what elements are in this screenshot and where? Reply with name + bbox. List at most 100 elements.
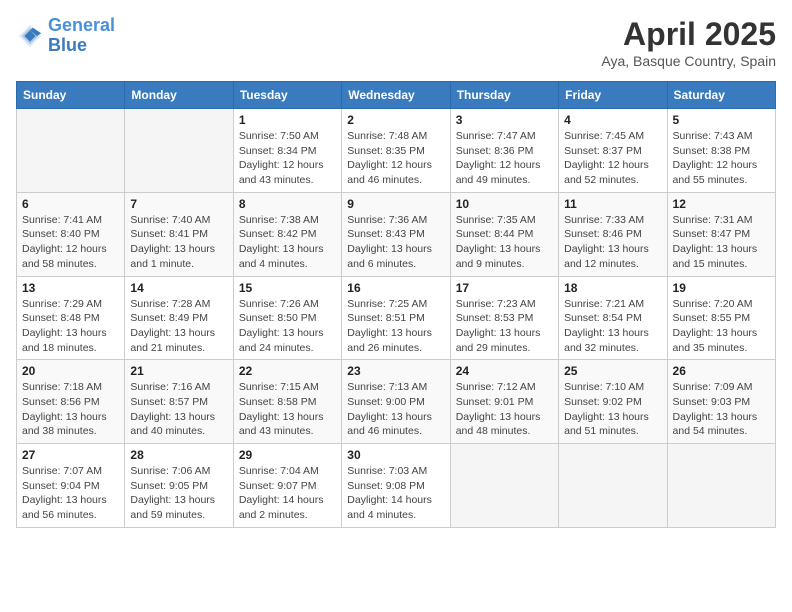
weekday-header: Sunday <box>17 82 125 109</box>
sunset: Sunset: 8:38 PM <box>673 145 751 157</box>
day-info: Sunrise: 7:33 AM Sunset: 8:46 PM Dayligh… <box>564 213 661 272</box>
sunrise: Sunrise: 7:47 AM <box>456 130 536 142</box>
calendar-cell: 30 Sunrise: 7:03 AM Sunset: 9:08 PM Dayl… <box>342 444 450 528</box>
day-number: 21 <box>130 364 227 378</box>
weekday-header: Tuesday <box>233 82 341 109</box>
calendar-cell: 12 Sunrise: 7:31 AM Sunset: 8:47 PM Dayl… <box>667 192 775 276</box>
day-number: 12 <box>673 197 770 211</box>
day-info: Sunrise: 7:09 AM Sunset: 9:03 PM Dayligh… <box>673 380 770 439</box>
calendar-cell: 23 Sunrise: 7:13 AM Sunset: 9:00 PM Dayl… <box>342 360 450 444</box>
daylight: Daylight: 13 hours and 59 minutes. <box>130 494 215 521</box>
sunrise: Sunrise: 7:48 AM <box>347 130 427 142</box>
sunset: Sunset: 9:07 PM <box>239 480 317 492</box>
sunset: Sunset: 8:36 PM <box>456 145 534 157</box>
day-info: Sunrise: 7:43 AM Sunset: 8:38 PM Dayligh… <box>673 129 770 188</box>
calendar-cell: 27 Sunrise: 7:07 AM Sunset: 9:04 PM Dayl… <box>17 444 125 528</box>
daylight: Daylight: 13 hours and 40 minutes. <box>130 411 215 438</box>
calendar-cell: 14 Sunrise: 7:28 AM Sunset: 8:49 PM Dayl… <box>125 276 233 360</box>
daylight: Daylight: 12 hours and 46 minutes. <box>347 159 432 186</box>
sunset: Sunset: 8:42 PM <box>239 228 317 240</box>
sunset: Sunset: 8:56 PM <box>22 396 100 408</box>
title-block: April 2025 Aya, Basque Country, Spain <box>601 16 776 69</box>
sunrise: Sunrise: 7:26 AM <box>239 298 319 310</box>
sunset: Sunset: 8:58 PM <box>239 396 317 408</box>
day-number: 9 <box>347 197 444 211</box>
day-number: 10 <box>456 197 553 211</box>
sunrise: Sunrise: 7:21 AM <box>564 298 644 310</box>
sunset: Sunset: 8:47 PM <box>673 228 751 240</box>
day-number: 28 <box>130 448 227 462</box>
sunrise: Sunrise: 7:10 AM <box>564 381 644 393</box>
day-number: 14 <box>130 281 227 295</box>
weekday-header: Wednesday <box>342 82 450 109</box>
day-info: Sunrise: 7:03 AM Sunset: 9:08 PM Dayligh… <box>347 464 444 523</box>
location: Aya, Basque Country, Spain <box>601 53 776 69</box>
calendar-cell: 2 Sunrise: 7:48 AM Sunset: 8:35 PM Dayli… <box>342 109 450 193</box>
daylight: Daylight: 13 hours and 38 minutes. <box>22 411 107 438</box>
sunset: Sunset: 8:53 PM <box>456 312 534 324</box>
daylight: Daylight: 13 hours and 9 minutes. <box>456 243 541 270</box>
sunset: Sunset: 8:54 PM <box>564 312 642 324</box>
calendar-week-row: 13 Sunrise: 7:29 AM Sunset: 8:48 PM Dayl… <box>17 276 776 360</box>
day-number: 20 <box>22 364 119 378</box>
calendar-week-row: 20 Sunrise: 7:18 AM Sunset: 8:56 PM Dayl… <box>17 360 776 444</box>
day-info: Sunrise: 7:07 AM Sunset: 9:04 PM Dayligh… <box>22 464 119 523</box>
day-info: Sunrise: 7:13 AM Sunset: 9:00 PM Dayligh… <box>347 380 444 439</box>
day-info: Sunrise: 7:45 AM Sunset: 8:37 PM Dayligh… <box>564 129 661 188</box>
daylight: Daylight: 14 hours and 2 minutes. <box>239 494 324 521</box>
sunrise: Sunrise: 7:09 AM <box>673 381 753 393</box>
daylight: Daylight: 13 hours and 29 minutes. <box>456 327 541 354</box>
calendar-cell: 18 Sunrise: 7:21 AM Sunset: 8:54 PM Dayl… <box>559 276 667 360</box>
sunset: Sunset: 8:51 PM <box>347 312 425 324</box>
sunset: Sunset: 9:08 PM <box>347 480 425 492</box>
calendar-cell: 15 Sunrise: 7:26 AM Sunset: 8:50 PM Dayl… <box>233 276 341 360</box>
daylight: Daylight: 13 hours and 1 minute. <box>130 243 215 270</box>
calendar-cell: 25 Sunrise: 7:10 AM Sunset: 9:02 PM Dayl… <box>559 360 667 444</box>
sunrise: Sunrise: 7:06 AM <box>130 465 210 477</box>
daylight: Daylight: 13 hours and 43 minutes. <box>239 411 324 438</box>
calendar-cell: 24 Sunrise: 7:12 AM Sunset: 9:01 PM Dayl… <box>450 360 558 444</box>
calendar-week-row: 6 Sunrise: 7:41 AM Sunset: 8:40 PM Dayli… <box>17 192 776 276</box>
sunrise: Sunrise: 7:28 AM <box>130 298 210 310</box>
sunrise: Sunrise: 7:23 AM <box>456 298 536 310</box>
calendar-cell: 21 Sunrise: 7:16 AM Sunset: 8:57 PM Dayl… <box>125 360 233 444</box>
day-number: 4 <box>564 113 661 127</box>
daylight: Daylight: 13 hours and 35 minutes. <box>673 327 758 354</box>
day-info: Sunrise: 7:40 AM Sunset: 8:41 PM Dayligh… <box>130 213 227 272</box>
calendar-cell <box>450 444 558 528</box>
sunrise: Sunrise: 7:20 AM <box>673 298 753 310</box>
daylight: Daylight: 13 hours and 18 minutes. <box>22 327 107 354</box>
calendar-cell: 1 Sunrise: 7:50 AM Sunset: 8:34 PM Dayli… <box>233 109 341 193</box>
calendar-cell <box>17 109 125 193</box>
day-number: 22 <box>239 364 336 378</box>
day-info: Sunrise: 7:48 AM Sunset: 8:35 PM Dayligh… <box>347 129 444 188</box>
day-number: 19 <box>673 281 770 295</box>
logo-icon <box>16 22 44 50</box>
sunset: Sunset: 8:40 PM <box>22 228 100 240</box>
sunrise: Sunrise: 7:31 AM <box>673 214 753 226</box>
day-info: Sunrise: 7:12 AM Sunset: 9:01 PM Dayligh… <box>456 380 553 439</box>
day-info: Sunrise: 7:16 AM Sunset: 8:57 PM Dayligh… <box>130 380 227 439</box>
calendar-cell: 17 Sunrise: 7:23 AM Sunset: 8:53 PM Dayl… <box>450 276 558 360</box>
daylight: Daylight: 13 hours and 15 minutes. <box>673 243 758 270</box>
daylight: Daylight: 13 hours and 4 minutes. <box>239 243 324 270</box>
sunrise: Sunrise: 7:07 AM <box>22 465 102 477</box>
calendar-cell: 9 Sunrise: 7:36 AM Sunset: 8:43 PM Dayli… <box>342 192 450 276</box>
calendar-cell: 16 Sunrise: 7:25 AM Sunset: 8:51 PM Dayl… <box>342 276 450 360</box>
sunset: Sunset: 9:02 PM <box>564 396 642 408</box>
daylight: Daylight: 13 hours and 26 minutes. <box>347 327 432 354</box>
logo-general: General <box>48 15 115 35</box>
day-info: Sunrise: 7:47 AM Sunset: 8:36 PM Dayligh… <box>456 129 553 188</box>
day-info: Sunrise: 7:50 AM Sunset: 8:34 PM Dayligh… <box>239 129 336 188</box>
daylight: Daylight: 12 hours and 52 minutes. <box>564 159 649 186</box>
sunset: Sunset: 8:57 PM <box>130 396 208 408</box>
calendar-cell: 7 Sunrise: 7:40 AM Sunset: 8:41 PM Dayli… <box>125 192 233 276</box>
sunrise: Sunrise: 7:33 AM <box>564 214 644 226</box>
sunset: Sunset: 9:00 PM <box>347 396 425 408</box>
calendar-cell: 20 Sunrise: 7:18 AM Sunset: 8:56 PM Dayl… <box>17 360 125 444</box>
sunrise: Sunrise: 7:12 AM <box>456 381 536 393</box>
calendar-cell: 5 Sunrise: 7:43 AM Sunset: 8:38 PM Dayli… <box>667 109 775 193</box>
sunrise: Sunrise: 7:18 AM <box>22 381 102 393</box>
calendar-cell: 29 Sunrise: 7:04 AM Sunset: 9:07 PM Dayl… <box>233 444 341 528</box>
calendar-cell: 4 Sunrise: 7:45 AM Sunset: 8:37 PM Dayli… <box>559 109 667 193</box>
